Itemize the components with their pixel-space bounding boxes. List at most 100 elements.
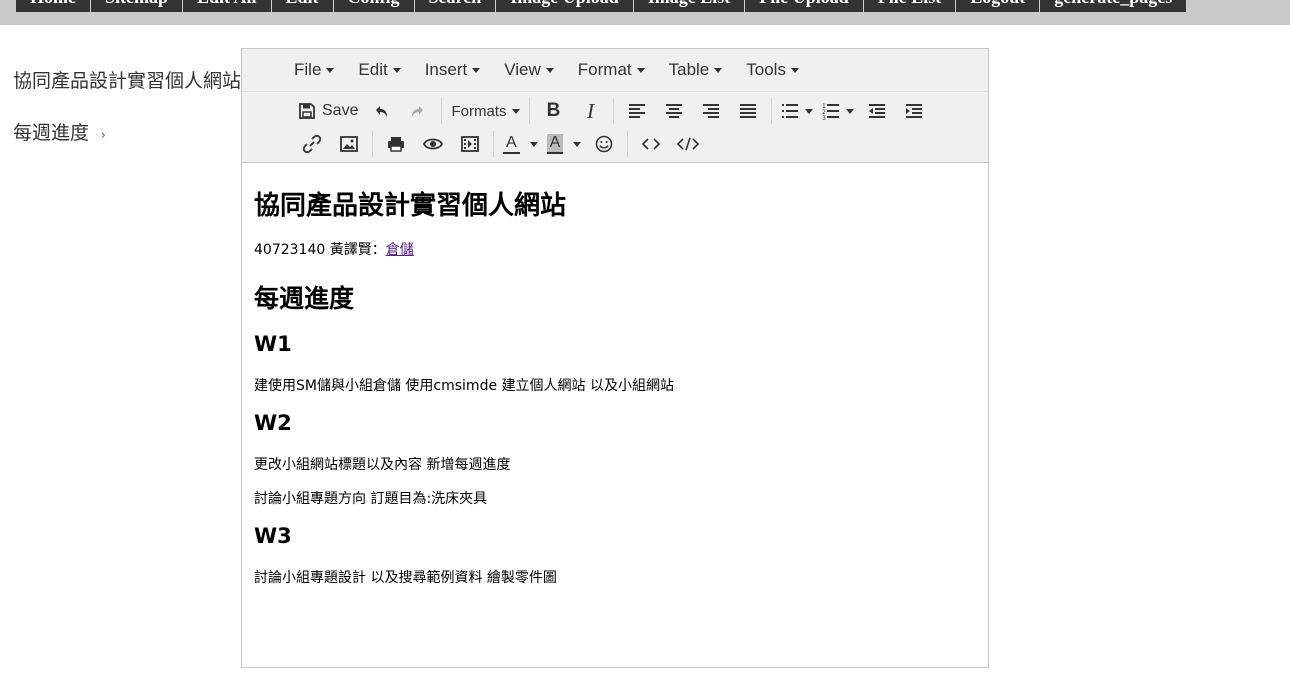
link-icon xyxy=(303,135,321,153)
indent-button[interactable] xyxy=(900,97,928,125)
caret-down-icon xyxy=(512,108,521,114)
smiley-icon xyxy=(596,135,613,153)
nav-menu: Home Sitemap Edit All Edit Config Search… xyxy=(16,0,1188,12)
caret-down-icon xyxy=(529,141,538,147)
align-justify-button[interactable] xyxy=(734,97,762,125)
toolbar-separator xyxy=(372,131,373,157)
rich-text-editor: File Edit Insert View Format Table Tools… xyxy=(241,48,989,668)
redo-icon xyxy=(412,106,424,117)
nav-image-list[interactable]: Image List xyxy=(633,0,746,12)
nav-edit-all[interactable]: Edit All xyxy=(182,0,272,12)
caret-down-icon xyxy=(636,68,645,74)
align-justify-icon xyxy=(740,104,757,118)
nav-file-list[interactable]: File List xyxy=(863,0,957,12)
sidebar-item-site-title[interactable]: 協同產品設計實習個人網站 xyxy=(13,66,241,93)
editor-content[interactable]: 協同產品設計實習個人網站 40723140 黃譯賢：倉儲 每週進度 W1 建使用… xyxy=(242,163,988,673)
week-entry: 建使用SM儲與小組倉儲 使用cmsimde 建立個人網站 以及小組網站 xyxy=(254,378,674,394)
source-code-button[interactable] xyxy=(674,130,702,158)
bullet-list-button[interactable] xyxy=(781,97,814,125)
menu-edit[interactable]: Edit xyxy=(358,60,401,80)
bold-button[interactable]: B xyxy=(539,97,567,125)
nav-edit[interactable]: Edit xyxy=(271,0,334,12)
caret-down-icon xyxy=(805,108,814,114)
toolbar-separator xyxy=(771,98,773,124)
caret-down-icon xyxy=(545,68,554,74)
align-center-icon xyxy=(666,104,683,118)
outdent-button[interactable] xyxy=(863,97,891,125)
align-right-button[interactable] xyxy=(697,97,725,125)
nav-logout[interactable]: Logout xyxy=(956,0,1041,12)
emoticons-button[interactable] xyxy=(590,130,618,158)
week-heading: W1 xyxy=(254,332,292,356)
editor-toolbar: Save Formats B I 1 2 3 A A xyxy=(242,92,988,163)
source-code-icon xyxy=(677,137,700,151)
toolbar-separator xyxy=(529,98,531,124)
menu-format[interactable]: Format xyxy=(578,60,645,80)
sidebar-item-weekly-progress[interactable]: 每週進度 › xyxy=(13,118,106,145)
insert-link-button[interactable] xyxy=(298,130,326,158)
numbered-list-button[interactable]: 123 xyxy=(822,97,855,125)
image-icon xyxy=(340,136,358,152)
nav-generate-pages[interactable]: generate_pages xyxy=(1040,0,1188,12)
italic-button[interactable]: I xyxy=(576,97,604,125)
caret-down-icon xyxy=(846,108,855,114)
media-icon xyxy=(461,136,479,152)
caret-down-icon xyxy=(472,68,481,74)
week-entry: 討論小組專題方向 訂題目為:洗床夾具 xyxy=(254,491,488,507)
align-center-button[interactable] xyxy=(660,97,688,125)
menu-tools[interactable]: Tools xyxy=(746,60,799,80)
outdent-icon xyxy=(869,104,886,118)
bullet-list-icon xyxy=(782,104,799,118)
repo-link[interactable]: 倉儲 xyxy=(386,242,414,258)
save-button-label: Save xyxy=(322,102,359,119)
print-button[interactable] xyxy=(382,130,410,158)
indent-icon xyxy=(906,104,923,118)
caret-down-icon xyxy=(392,68,401,74)
undo-button[interactable] xyxy=(367,97,395,125)
text-color-label: A xyxy=(503,134,520,154)
print-icon xyxy=(388,137,404,152)
insert-image-button[interactable] xyxy=(335,130,363,158)
code-sample-button[interactable] xyxy=(637,130,665,158)
formats-label: Formats xyxy=(451,102,507,120)
sidebar-item-label: 協同產品設計實習個人網站 xyxy=(13,70,242,92)
nav-sitemap[interactable]: Sitemap xyxy=(90,0,183,12)
preview-button[interactable] xyxy=(419,130,447,158)
save-icon xyxy=(299,103,315,119)
align-left-icon xyxy=(629,104,646,118)
undo-icon xyxy=(376,106,388,117)
nav-file-upload[interactable]: File Upload xyxy=(745,0,864,12)
menu-insert[interactable]: Insert xyxy=(425,60,481,80)
caret-down-icon xyxy=(714,68,723,74)
save-button[interactable]: Save xyxy=(298,97,358,125)
text-color-button[interactable]: A xyxy=(503,130,538,158)
align-left-button[interactable] xyxy=(623,97,651,125)
nav-search[interactable]: Search xyxy=(414,0,497,12)
numbered-list-icon: 123 xyxy=(822,103,840,120)
sidebar-item-label: 每週進度 xyxy=(13,122,90,144)
toolbar-separator xyxy=(493,131,494,157)
nav-config[interactable]: Config xyxy=(333,0,415,12)
content-title: 協同產品設計實習個人網站 xyxy=(254,191,567,221)
nav-image-upload[interactable]: Image Upload xyxy=(496,0,634,12)
align-right-icon xyxy=(703,104,720,118)
menu-view[interactable]: View xyxy=(504,60,554,80)
author-line: 40723140 黃譯賢：倉儲 xyxy=(254,242,414,258)
svg-text:3: 3 xyxy=(822,115,826,120)
nav-home[interactable]: Home xyxy=(16,0,91,12)
caret-down-icon xyxy=(573,141,582,147)
formats-dropdown[interactable]: Formats xyxy=(451,97,521,125)
insert-media-button[interactable] xyxy=(456,130,484,158)
menu-file[interactable]: File xyxy=(294,60,335,80)
toolbar-separator xyxy=(441,98,443,124)
redo-button[interactable] xyxy=(404,97,432,125)
weekly-heading: 每週進度 xyxy=(254,284,355,313)
toolbar-separator xyxy=(627,131,629,157)
eye-icon xyxy=(423,138,443,150)
editor-menubar: File Edit Insert View Format Table Tools xyxy=(242,49,988,92)
chevron-right-icon: › xyxy=(101,128,106,142)
background-color-button[interactable]: A xyxy=(546,130,582,158)
week-entry: 更改小組網站標題以及內容 新增每週進度 xyxy=(254,457,511,473)
caret-down-icon xyxy=(790,68,799,74)
menu-table[interactable]: Table xyxy=(669,60,723,80)
